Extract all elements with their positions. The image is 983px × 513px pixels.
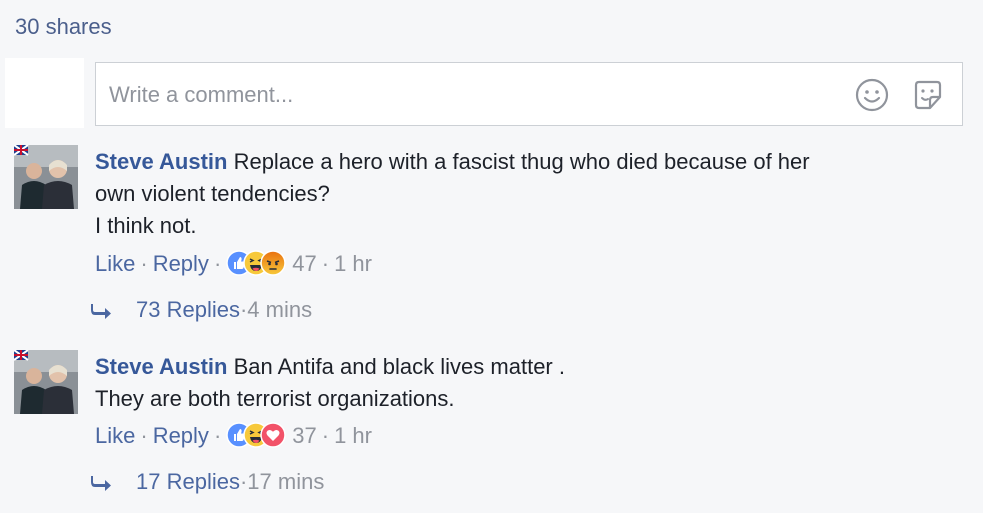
reply-link[interactable]: Reply: [153, 423, 209, 448]
reaction-count[interactable]: 47: [292, 251, 316, 276]
comment-time[interactable]: 1 hr: [334, 251, 372, 276]
reply-arrow-icon: [91, 304, 111, 319]
comment-text-line: own violent tendencies?: [95, 181, 330, 206]
comment-body: Steve Austin Replace a hero with a fasci…: [95, 146, 955, 242]
comment-author[interactable]: Steve Austin: [95, 149, 227, 174]
avatar-photo: [14, 145, 78, 209]
reactions-summary[interactable]: [226, 422, 287, 448]
sticker-icon[interactable]: [910, 77, 946, 113]
comment-text-line: Ban Antifa and black lives matter .: [233, 354, 565, 379]
comment-text-line: I think not.: [95, 213, 197, 238]
replies-summary[interactable]: 17 Replies·17 mins: [90, 469, 324, 495]
angry-reaction-icon: [260, 250, 287, 276]
replies-count[interactable]: 73 Replies: [136, 297, 240, 322]
love-reaction-icon: [260, 422, 287, 448]
reply-link[interactable]: Reply: [153, 251, 209, 276]
replies-summary[interactable]: 73 Replies·4 mins: [90, 297, 312, 323]
comment-body: Steve Austin Ban Antifa and black lives …: [95, 351, 955, 415]
comment-composer: [95, 62, 963, 126]
replies-time: 17 mins: [247, 469, 325, 494]
like-link[interactable]: Like: [95, 423, 135, 448]
comment-time[interactable]: 1 hr: [334, 423, 372, 448]
like-link[interactable]: Like: [95, 251, 135, 276]
share-count[interactable]: 30 shares: [15, 14, 112, 40]
reaction-count[interactable]: 37: [292, 423, 316, 448]
avatar[interactable]: [14, 145, 78, 209]
comment-author[interactable]: Steve Austin: [95, 354, 227, 379]
composer-avatar-placeholder: [5, 58, 84, 128]
comment-actions: Like · Reply · 37 · 1 hr: [95, 422, 372, 448]
comment-input[interactable]: [107, 77, 811, 113]
comment-text-line: They are both terrorist organizations.: [95, 386, 455, 411]
comment-actions: Like · Reply · 47 · 1 hr: [95, 250, 372, 276]
avatar-photo: [14, 350, 78, 414]
reply-arrow-icon: [91, 476, 111, 491]
smiley-face-icon[interactable]: [854, 77, 890, 113]
replies-time: 4 mins: [247, 297, 313, 322]
avatar[interactable]: [14, 350, 78, 414]
replies-count[interactable]: 17 Replies: [136, 469, 240, 494]
reactions-summary[interactable]: [226, 250, 287, 276]
comment-text-line: Replace a hero with a fascist thug who d…: [233, 149, 810, 174]
